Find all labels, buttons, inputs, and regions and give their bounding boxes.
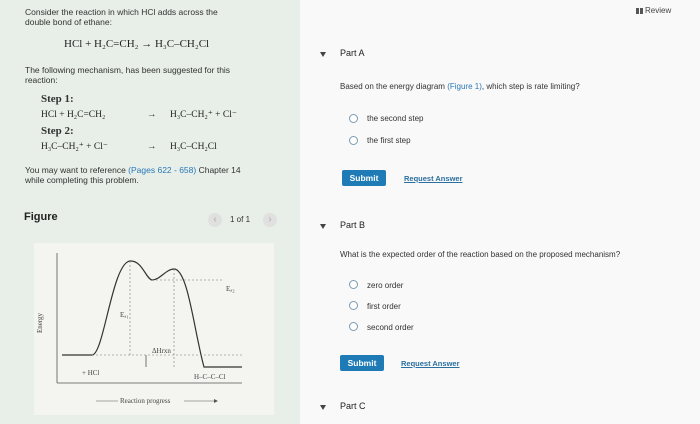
prev-figure-button[interactable]: ‹ [208, 213, 222, 227]
pages-link[interactable]: (Pages 622 - 658) [128, 165, 196, 175]
ea1-label: Eₐ₁ [120, 311, 129, 319]
option-second-step-label: the second step [367, 114, 424, 123]
y-axis-label: Energy [36, 312, 44, 333]
figure-title: Figure [24, 211, 58, 223]
option-first-step-label: the first step [367, 136, 411, 145]
step1-title: Step 1: [41, 93, 74, 105]
x-axis-label: Reaction progress [120, 397, 171, 405]
part-a-collapse-icon[interactable] [320, 52, 326, 57]
option-first-order-radio[interactable] [349, 301, 358, 310]
part-b-question: What is the expected order of the reacti… [340, 250, 621, 259]
x-axis-arrow-head [214, 399, 218, 403]
reference-text-2: while completing this problem. [25, 175, 139, 185]
step2-products: H₃C–CH₂Cl [170, 142, 217, 152]
reference-text: You may want to reference (Pages 622 - 6… [25, 165, 241, 175]
reaction-equation: HCl + H₂C=CH₂ → H₃C–CH₂Cl [64, 38, 210, 50]
mechanism-text: The following mechanism, has been sugges… [25, 65, 231, 75]
part-b-label[interactable]: Part B [340, 220, 365, 230]
option-second-order-label: second order [367, 323, 414, 332]
part-b-request-answer-link[interactable]: Request Answer [401, 359, 460, 368]
reactants-label: + HCl [82, 369, 99, 377]
reference-suffix: Chapter 14 [196, 165, 241, 175]
step2-title: Step 2: [41, 125, 74, 137]
mechanism-text-2: reaction: [25, 75, 58, 85]
intro-text-2: double bond of ethane: [25, 17, 112, 27]
figure-link[interactable]: (Figure 1) [447, 82, 482, 91]
part-a-question: Based on the energy diagram (Figure 1), … [340, 82, 580, 91]
part-b-collapse-icon[interactable] [320, 224, 326, 229]
dh-label: ΔHrxn [152, 347, 171, 355]
option-second-order-radio[interactable] [349, 322, 358, 331]
option-zero-order-label: zero order [367, 281, 404, 290]
step2-reactants: H₃C–CH₂⁺ + Cl⁻ [41, 142, 108, 152]
part-a-question-suffix: , which step is rate limiting? [481, 82, 580, 91]
energy-diagram-svg: Energy Eₐ₁ Eₐ₂ ΔHrxn + HCl H–C–C–Cl Reac… [36, 253, 242, 405]
energy-diagram: Energy Eₐ₁ Eₐ₂ ΔHrxn + HCl H–C–C–Cl Reac… [34, 243, 274, 415]
step1-products: H₃C–CH₂⁺ + Cl⁻ [170, 110, 237, 120]
product-label: H–C–C–Cl [194, 373, 226, 381]
option-zero-order-radio[interactable] [349, 280, 358, 289]
part-a-request-answer-link[interactable]: Request Answer [404, 174, 463, 183]
review-icon [636, 8, 643, 14]
next-figure-button[interactable]: › [263, 213, 277, 227]
part-a-label[interactable]: Part A [340, 48, 365, 58]
step1-arrow: → [147, 110, 157, 120]
step1-reactants: HCl + H₂C=CH₂ [41, 110, 106, 120]
part-a-question-prefix: Based on the energy diagram [340, 82, 448, 91]
part-c-label[interactable]: Part C [340, 401, 366, 411]
option-first-step-radio[interactable] [349, 136, 358, 145]
part-c-collapse-icon[interactable] [320, 405, 326, 410]
option-second-step-radio[interactable] [349, 114, 358, 123]
part-a-submit-button[interactable]: Submit [342, 170, 386, 186]
ea2-label: Eₐ₂ [226, 285, 235, 293]
intro-text: Consider the reaction in which HCl adds … [25, 7, 218, 17]
reference-prefix: You may want to reference [25, 165, 129, 175]
option-first-order-label: first order [367, 302, 401, 311]
part-b-submit-button[interactable]: Submit [340, 355, 384, 371]
review-link[interactable]: Review [645, 6, 671, 15]
figure-pager: 1 of 1 [230, 215, 251, 224]
step2-arrow: → [147, 142, 157, 152]
